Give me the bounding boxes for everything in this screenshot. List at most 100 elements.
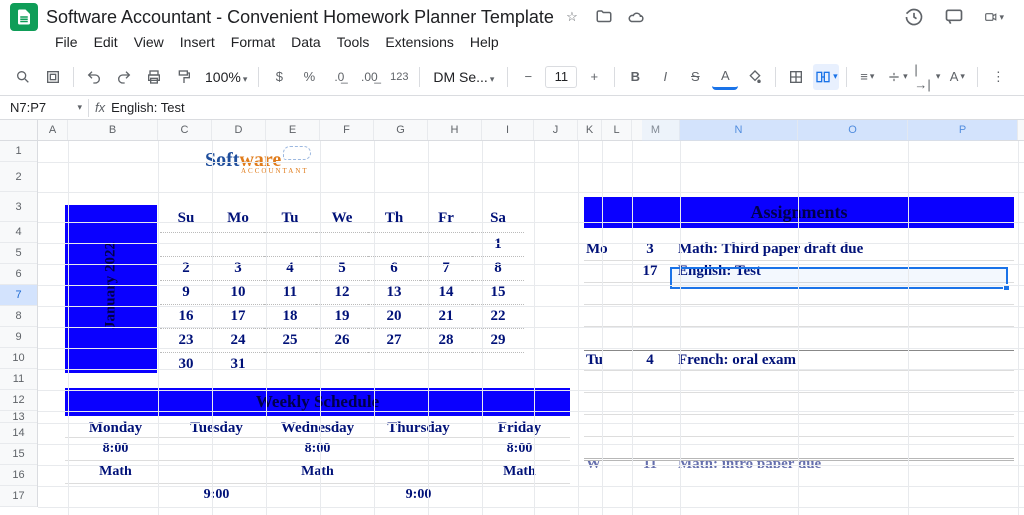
formula-bar[interactable]: English: Test [111, 100, 184, 115]
menu-insert[interactable]: Insert [173, 30, 222, 54]
doc-title[interactable]: Software Accountant - Convenient Homewor… [46, 7, 554, 28]
cal-day[interactable]: 6 [368, 256, 420, 280]
cal-day[interactable] [264, 352, 316, 376]
text-wrap-icon[interactable]: |→|▾ [914, 64, 940, 90]
col-header-G[interactable]: G [374, 120, 428, 140]
row-header-5[interactable]: 5 [0, 243, 37, 264]
select-all-cells[interactable] [0, 120, 38, 140]
weekly-cell[interactable]: 8:00 [267, 438, 368, 460]
vertical-align-icon[interactable]: ▾ [884, 64, 910, 90]
cal-day[interactable] [368, 352, 420, 376]
paint-format-icon[interactable] [171, 64, 197, 90]
cal-day[interactable]: 9 [160, 280, 212, 304]
cal-day[interactable]: 4 [264, 256, 316, 280]
row-header-6[interactable]: 6 [0, 264, 37, 285]
row-header-4[interactable]: 4 [0, 222, 37, 243]
row-header-16[interactable]: 16 [0, 465, 37, 486]
more-icon[interactable]: ⋮ [985, 64, 1011, 90]
weekly-cell[interactable] [368, 438, 469, 460]
row-header-11[interactable]: 11 [0, 369, 37, 390]
menu-format[interactable]: Format [224, 30, 282, 54]
row-header-15[interactable]: 15 [0, 444, 37, 465]
weekly-cell[interactable]: 9:00 [166, 484, 267, 506]
col-header-D[interactable]: D [212, 120, 266, 140]
weekly-cell[interactable]: 8:00 [469, 438, 570, 460]
cal-day[interactable]: 30 [160, 352, 212, 376]
cal-day[interactable] [212, 232, 264, 256]
col-header-E[interactable]: E [266, 120, 320, 140]
col-header-H[interactable]: H [428, 120, 482, 140]
comment-icon[interactable] [944, 7, 964, 27]
cal-day[interactable] [472, 352, 524, 376]
font-size-input[interactable]: 11 [545, 66, 577, 88]
row-header-10[interactable]: 10 [0, 348, 37, 369]
row-header-14[interactable]: 14 [0, 423, 37, 444]
bold-icon[interactable]: B [622, 64, 648, 90]
cal-day[interactable]: 8 [472, 256, 524, 280]
cloud-status-icon[interactable] [626, 7, 646, 27]
select-box-icon[interactable] [40, 64, 66, 90]
col-header-F[interactable]: F [320, 120, 374, 140]
decrease-decimal-icon[interactable]: .0̲ [326, 64, 352, 90]
strikethrough-icon[interactable]: S [682, 64, 708, 90]
merge-cells-icon[interactable]: ▾ [813, 64, 839, 90]
menu-view[interactable]: View [127, 30, 171, 54]
weekly-cell[interactable] [469, 484, 570, 506]
undo-icon[interactable] [81, 64, 107, 90]
increase-decimal-icon[interactable]: .00̲ [356, 64, 382, 90]
cal-day[interactable]: 20 [368, 304, 420, 328]
cal-day[interactable]: 13 [368, 280, 420, 304]
row-header-1[interactable]: 1 [0, 141, 37, 162]
format-123-icon[interactable]: 123 [386, 64, 412, 90]
cal-day[interactable]: 22 [472, 304, 524, 328]
cal-day[interactable]: 12 [316, 280, 368, 304]
col-header-I[interactable]: I [482, 120, 534, 140]
decrease-font-icon[interactable]: − [515, 64, 541, 90]
menu-data[interactable]: Data [284, 30, 328, 54]
weekly-cell[interactable]: 8:00 [65, 438, 166, 460]
font-select[interactable]: DM Se...▾ [427, 69, 500, 85]
weekly-cell[interactable] [65, 484, 166, 506]
col-header-L[interactable]: L [602, 120, 632, 140]
borders-icon[interactable] [783, 64, 809, 90]
col-header-K[interactable]: K [578, 120, 602, 140]
menu-help[interactable]: Help [463, 30, 506, 54]
menu-tools[interactable]: Tools [330, 30, 377, 54]
menu-file[interactable]: File [48, 30, 85, 54]
cal-day[interactable]: 31 [212, 352, 264, 376]
cal-day[interactable]: 10 [212, 280, 264, 304]
meet-icon[interactable]: ▾ [984, 7, 1004, 27]
print-icon[interactable] [141, 64, 167, 90]
menu-extensions[interactable]: Extensions [378, 30, 460, 54]
redo-icon[interactable] [111, 64, 137, 90]
row-header-12[interactable]: 12 [0, 390, 37, 411]
col-header-B[interactable]: B [68, 120, 158, 140]
row-header-7[interactable]: 7 [0, 285, 37, 306]
italic-icon[interactable]: I [652, 64, 678, 90]
currency-icon[interactable]: $ [266, 64, 292, 90]
text-rotation-icon[interactable]: A▾ [944, 64, 970, 90]
percent-icon[interactable]: % [296, 64, 322, 90]
col-header-C[interactable]: C [158, 120, 212, 140]
zoom-level[interactable]: 100%▾ [201, 69, 251, 85]
cal-day[interactable]: 16 [160, 304, 212, 328]
horizontal-align-icon[interactable]: ≡▾ [854, 64, 880, 90]
cal-day[interactable] [160, 232, 212, 256]
cal-day[interactable]: 18 [264, 304, 316, 328]
history-icon[interactable] [904, 7, 924, 27]
menu-edit[interactable]: Edit [87, 30, 125, 54]
fill-color-icon[interactable] [742, 64, 768, 90]
increase-font-icon[interactable]: + [581, 64, 607, 90]
cal-day[interactable]: 19 [316, 304, 368, 328]
cal-day[interactable]: 11 [264, 280, 316, 304]
row-header-9[interactable]: 9 [0, 327, 37, 348]
row-header-17[interactable]: 17 [0, 486, 37, 507]
weekly-cell[interactable]: 9:00 [368, 484, 469, 506]
search-icon[interactable] [10, 64, 36, 90]
cal-day[interactable]: 15 [472, 280, 524, 304]
cal-day[interactable] [316, 232, 368, 256]
move-to-folder-icon[interactable] [594, 7, 614, 27]
col-header-A[interactable]: A [38, 120, 68, 140]
weekly-cell[interactable] [267, 484, 368, 506]
cal-day[interactable] [264, 232, 316, 256]
